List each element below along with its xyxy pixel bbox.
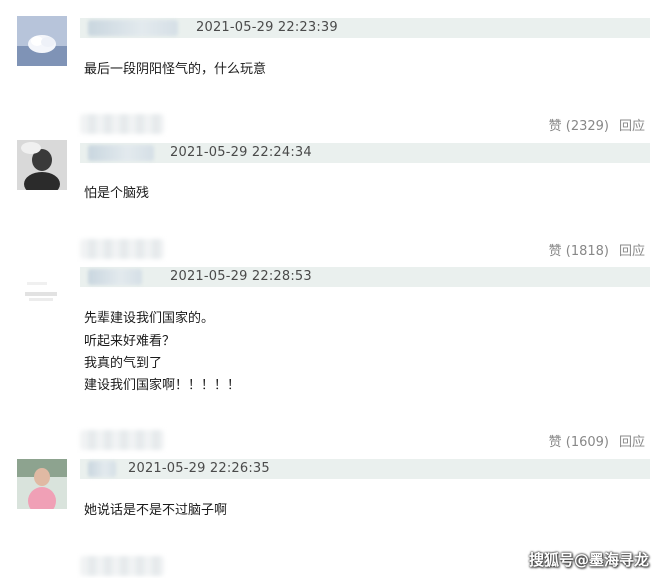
username-redacted[interactable] xyxy=(88,461,116,477)
comment-text-line: 我真的气到了 xyxy=(84,356,163,371)
avatar[interactable] xyxy=(17,16,67,66)
comment-timestamp: 2021-05-29 22:26:35 xyxy=(128,461,270,476)
comment-text: 最后一段阴阳怪气的，什么玩意 xyxy=(84,62,267,77)
avatar[interactable] xyxy=(17,140,67,190)
comment-footer: 赞 (1818) 回应 xyxy=(0,239,665,259)
comment-text: 她说话是不是不过脑子啊 xyxy=(84,503,228,518)
username-redacted[interactable] xyxy=(88,269,142,285)
comment-timestamp: 2021-05-29 22:28:53 xyxy=(170,269,312,284)
comment-text: 怕是个脑残 xyxy=(84,186,150,201)
comment-header: 2021-05-29 22:24:34 xyxy=(80,143,650,163)
comment-footer: 赞 (2329) 回应 xyxy=(0,114,665,134)
redacted-area xyxy=(80,114,164,134)
comment-header: 2021-05-29 22:23:39 xyxy=(80,18,650,38)
comment-timestamp: 2021-05-29 22:24:34 xyxy=(170,145,312,160)
comment-timestamp: 2021-05-29 22:23:39 xyxy=(196,20,338,35)
avatar[interactable] xyxy=(17,268,67,318)
comment-footer: 赞 (1609) 回应 xyxy=(0,430,665,450)
watermark: 搜狐号@墨海寻龙 xyxy=(528,551,649,569)
redacted-area xyxy=(80,430,164,450)
comment-text-line: 先辈建设我们国家的。 xyxy=(84,311,215,326)
comment-header: 2021-05-29 22:28:53 xyxy=(80,267,650,287)
comment-text-line: 建设我们国家啊！！！！！ xyxy=(84,378,241,393)
redacted-area xyxy=(80,239,164,259)
like-button[interactable]: 赞 (2329) xyxy=(549,115,609,134)
reply-button[interactable]: 回应 xyxy=(619,431,645,450)
redacted-area xyxy=(80,556,164,576)
comment-header: 2021-05-29 22:26:35 xyxy=(80,459,650,479)
like-button[interactable]: 赞 (1609) xyxy=(549,431,609,450)
reply-button[interactable]: 回应 xyxy=(619,115,645,134)
like-button[interactable]: 赞 (1818) xyxy=(549,240,609,259)
username-redacted[interactable] xyxy=(88,20,178,36)
reply-button[interactable]: 回应 xyxy=(619,240,645,259)
username-redacted[interactable] xyxy=(88,145,154,161)
comment-text-line: 听起来好难看？ xyxy=(84,334,176,349)
avatar[interactable] xyxy=(17,459,67,509)
